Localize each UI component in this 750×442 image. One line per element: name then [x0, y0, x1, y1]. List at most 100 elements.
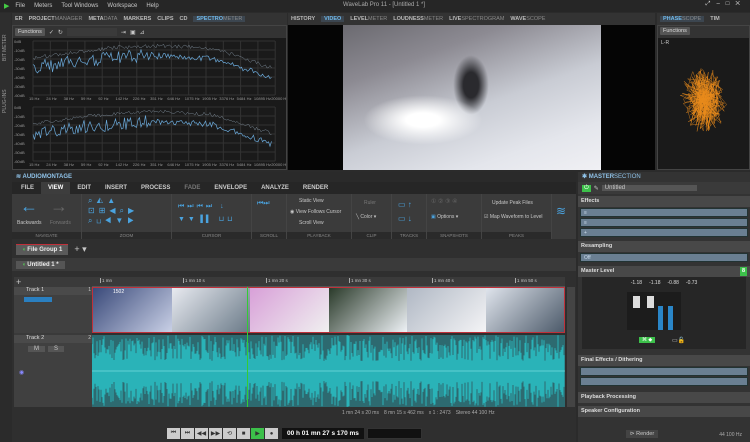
track-1-name[interactable]: Track 1 — [14, 287, 92, 295]
go-start-button[interactable]: ⏮ — [167, 428, 180, 439]
bit-meter-tab[interactable]: BIT METER — [2, 21, 8, 61]
window-controls[interactable]: ⤢–□✕ — [706, 1, 746, 8]
panel-tab[interactable]: PHASESCOPE — [660, 16, 705, 22]
playhead-cursor[interactable] — [247, 287, 248, 407]
panel-tab[interactable]: WAVESCOPE — [510, 16, 545, 22]
view-follows-cursor-option[interactable]: ◉ View Follows Cursor — [290, 209, 341, 215]
play-button[interactable]: ▶ — [251, 428, 264, 439]
options-button[interactable]: ▣ Options ▾ — [431, 214, 458, 220]
panel-tab[interactable]: CD — [180, 16, 188, 22]
ribbon-tab-edit[interactable]: EDIT — [70, 182, 98, 194]
video-clip[interactable]: 1502 — [92, 287, 565, 333]
panel-tab[interactable]: PROJECTMANAGER — [29, 16, 83, 22]
scroll-icons[interactable]: ⏮⏭ — [257, 200, 270, 208]
menu-item[interactable]: File — [15, 3, 25, 9]
track-1-buttons[interactable] — [24, 297, 52, 302]
panel-tab[interactable]: CLIPS — [157, 16, 173, 22]
lock-icon[interactable]: ▭🔓 — [672, 337, 685, 344]
record-button[interactable]: ● — [265, 428, 278, 439]
snapshot-slots[interactable]: ① ② ③ ④ — [431, 198, 458, 205]
playback-processing-header[interactable]: Playback Processing — [578, 392, 750, 403]
render-button[interactable]: ⊳ Render — [626, 430, 659, 438]
audio-clip[interactable] — [91, 335, 565, 407]
time-display[interactable]: 00 h 01 mn 27 s 170 ms — [282, 428, 364, 439]
ribbon-tab-insert[interactable]: INSERT — [98, 182, 134, 194]
panel-tab[interactable]: METADATA — [88, 16, 117, 22]
resampling-header[interactable]: Resampling — [578, 241, 750, 252]
track-point-icon[interactable]: ◉ — [19, 369, 24, 376]
track-move-icons[interactable]: ▭ ↑ ▭ ↓ — [398, 198, 412, 226]
panel-tab[interactable]: LIVESPECTROGRAM — [449, 16, 504, 22]
refresh-icon[interactable]: ↻ — [58, 29, 63, 36]
check-icon[interactable]: ✓ — [49, 29, 54, 36]
rewind-button[interactable]: ◀◀ — [195, 428, 208, 439]
ribbon-tab-analyze[interactable]: ANALYZE — [254, 182, 296, 194]
panel-tab[interactable]: LEVELMETER — [350, 16, 387, 22]
solo-button[interactable]: S — [48, 346, 65, 352]
mute-button[interactable]: M — [28, 346, 45, 352]
ribbon-tab-fade[interactable]: FADE — [177, 182, 207, 194]
effect-slot-2[interactable]: ≡ — [580, 218, 748, 227]
stop-button[interactable]: ■ — [237, 428, 250, 439]
fader-right[interactable] — [647, 296, 654, 308]
ruler-button[interactable]: Ruler — [364, 200, 376, 206]
menu-item[interactable]: Meters — [34, 3, 52, 9]
vertical-scrollbar[interactable] — [567, 287, 575, 407]
file-group-tab[interactable]: ◖ File Group 1 — [16, 243, 69, 255]
preset-icon[interactable]: ✎ — [594, 185, 599, 192]
phase-functions-button[interactable]: Functions — [660, 27, 690, 35]
panel-tab[interactable]: LOUDNESSMETER — [393, 16, 443, 22]
document-tab[interactable]: ◖ Untitled 1 * — [16, 260, 65, 269]
forward-button[interactable]: ▶▶ — [209, 428, 222, 439]
add-track-button[interactable]: + — [14, 277, 92, 287]
ribbon-tab-envelope[interactable]: ENVELOPE — [207, 182, 254, 194]
effect-slot-1[interactable]: ≡ — [580, 208, 748, 217]
link-faders-button[interactable]: ⌘ ◆ — [639, 337, 656, 343]
static-view-option[interactable]: Static View — [299, 198, 324, 204]
go-end-button[interactable]: ⏭ — [181, 428, 194, 439]
panel-tab[interactable]: SPECTROMETER — [193, 16, 246, 22]
power-button[interactable]: ⏻ — [582, 184, 591, 192]
track-2-name[interactable]: Track 2 — [14, 335, 92, 343]
preset-name[interactable]: Untitled — [601, 185, 697, 191]
panel-tab[interactable]: VIDEO — [321, 16, 345, 22]
export-icon[interactable]: ⇥ — [121, 29, 126, 36]
final-effects-header[interactable]: Final Effects / Dithering — [578, 355, 750, 366]
ribbon-tab-process[interactable]: PROCESS — [134, 182, 177, 194]
menu-item[interactable]: Tool Windows — [61, 3, 98, 9]
backwards-arrow-icon[interactable]: ← — [20, 196, 38, 217]
panel-tab[interactable]: TIM — [710, 16, 719, 22]
panel-tab[interactable]: ER — [15, 16, 23, 22]
timeline-ruler[interactable]: 1 mn 1 mn 10 s 1 mn 20 s 1 mn 30 s 1 mn 40 s… — [92, 277, 565, 287]
chart-icon[interactable]: ⊿ — [140, 29, 145, 36]
ribbon-tab-render[interactable]: RENDER — [296, 182, 335, 194]
ribbon-tab-file[interactable]: FILE — [14, 182, 41, 194]
ribbon-tab-view[interactable]: VIEW — [41, 182, 71, 194]
update-peak-files-button[interactable]: Update Peak Files — [492, 200, 533, 206]
plugins-tab[interactable]: PLUG-INS — [2, 73, 8, 113]
color-button[interactable]: ╲ Color ▾ — [356, 214, 376, 220]
scroll-view-option[interactable]: Scroll View — [299, 220, 324, 226]
final-slot-1[interactable] — [580, 367, 748, 376]
final-slot-2[interactable] — [580, 377, 748, 386]
loop-button[interactable]: ⟲ — [223, 428, 236, 439]
waveform-icon[interactable]: ≋ — [556, 204, 566, 218]
backwards-button[interactable]: Backwards — [17, 220, 41, 226]
map-waveform-checkbox[interactable]: ☑ Map Waveform to Level — [484, 214, 543, 220]
cursor-icons[interactable]: ⏮⏭⏮⏭ ↓ ▼▼▐▌ ⊔⊔ — [178, 200, 236, 226]
add-group-button[interactable]: + ▾ — [74, 244, 86, 255]
forwards-arrow-icon[interactable]: → — [50, 196, 68, 217]
master-level-header[interactable]: Master Level 8 — [578, 266, 750, 277]
resampling-slot[interactable]: Off — [580, 253, 748, 262]
speaker-configuration-header[interactable]: Speaker Configuration — [578, 406, 750, 417]
menu-item[interactable]: Workspace — [107, 3, 137, 9]
forwards-button[interactable]: Forwards — [50, 220, 71, 226]
effects-header[interactable]: Effects — [578, 196, 750, 207]
camera-icon[interactable]: ▣ — [130, 29, 136, 36]
add-effect-slot[interactable]: + — [580, 228, 748, 237]
panel-tab[interactable]: MARKERS — [123, 16, 151, 22]
panel-tab[interactable]: HISTORY — [291, 16, 315, 22]
menu-item[interactable]: Help — [146, 3, 158, 9]
fader-left[interactable] — [633, 296, 640, 308]
format-value[interactable]: Stereo 44 100 Hz — [456, 410, 495, 419]
